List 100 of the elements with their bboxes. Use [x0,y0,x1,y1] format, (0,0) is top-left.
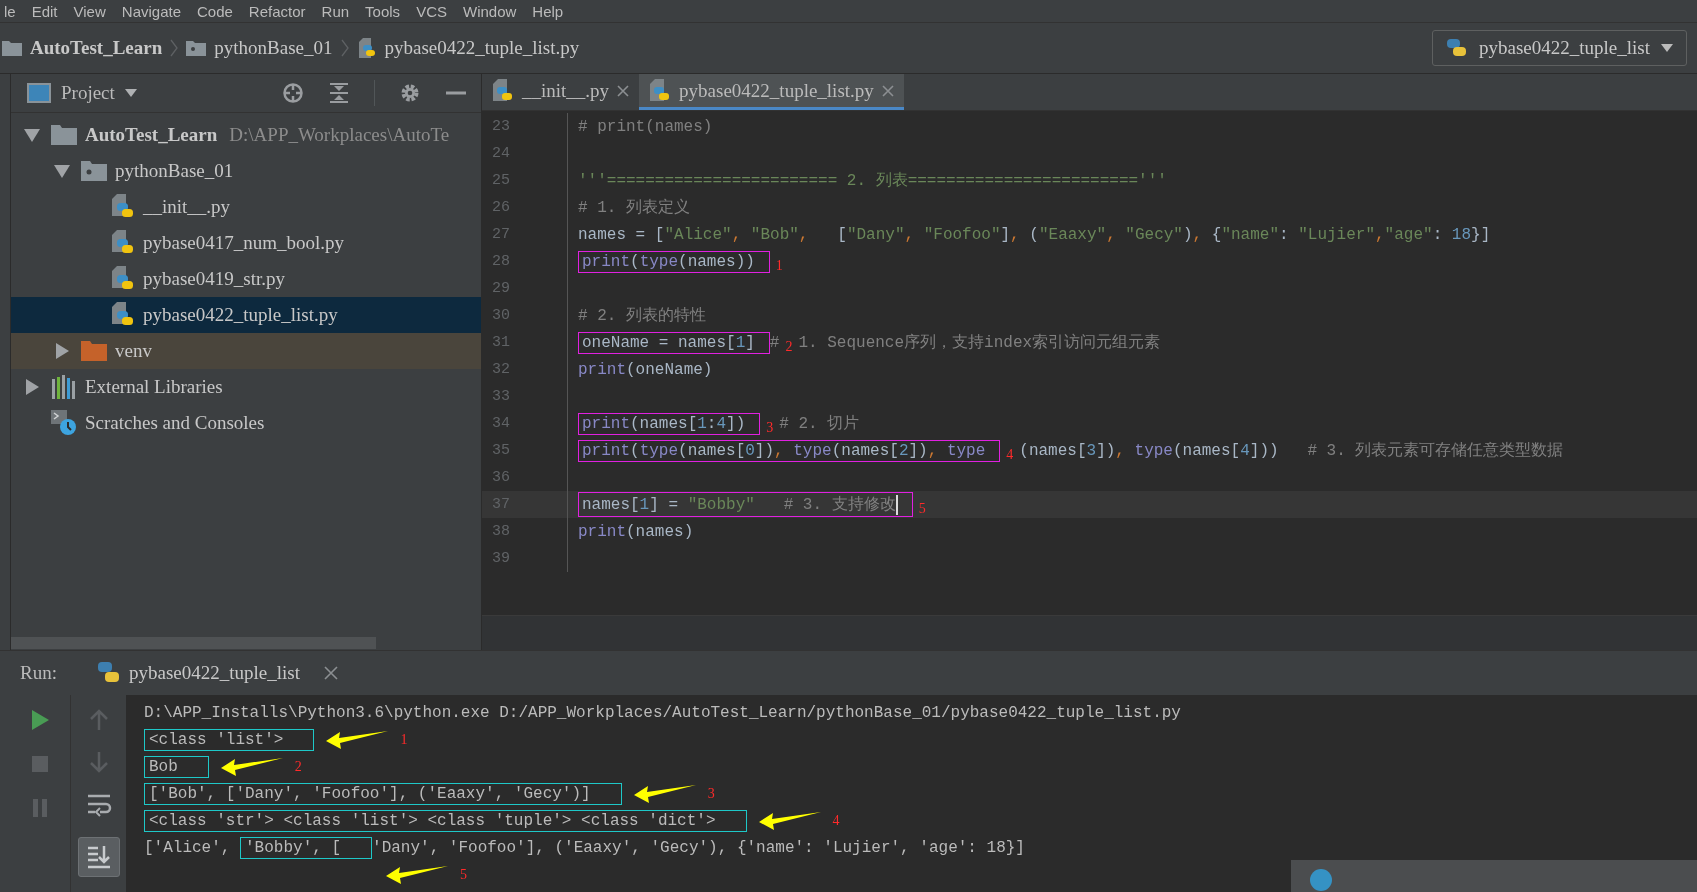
run-tab[interactable]: pybase0422_tuple_list [96,661,300,685]
soft-wrap-icon[interactable] [85,793,112,817]
highlight-box: <class 'list'> [144,728,315,751]
line-number: 27 [491,226,511,243]
tree-item[interactable]: pythonBase_01 [11,153,481,189]
tree-label: pybase0419_str.py [143,268,285,290]
expanded-arrow-icon[interactable] [23,126,41,144]
arrow-icon [633,782,696,805]
run-configuration-dropdown[interactable]: pybase0422_tuple_list [1432,30,1687,66]
menu-item[interactable]: le [4,2,16,20]
menu-item[interactable]: Run [321,2,350,20]
console-output: ['Alice', [144,838,232,857]
menu-item[interactable]: View [73,2,106,20]
close-icon[interactable] [323,666,338,680]
project-path: D:\APP_Workplaces\AutoTe [229,124,450,146]
line-number: 38 [491,523,511,540]
menu-item[interactable]: Code [197,2,233,20]
scroll-to-end-icon [85,844,112,870]
menu-item[interactable]: Refactor [248,2,306,20]
python-file-icon [492,78,514,103]
arrow-icon [386,863,448,886]
highlight-box: print(type(names)) [578,250,770,273]
scroll-to-end-button[interactable] [77,837,120,877]
code-text: print(names) [578,522,694,541]
library-bars-icon [51,375,77,399]
editor-tab[interactable]: pybase0422_tuple_list.py [639,74,904,110]
scrollbar[interactable] [11,637,376,649]
annotation-number: 4 [832,812,840,829]
tree-item[interactable]: venv [11,333,481,369]
python-icon [1445,37,1469,59]
text-cursor [895,494,898,515]
tree-item[interactable]: AutoTest_Learn D:\APP_Workplaces\AutoTe [11,117,481,153]
highlight-box: 'Bobby', [ [240,836,373,859]
tree-label: External Libraries [85,376,223,398]
folder-icon [2,40,22,56]
close-icon[interactable] [617,84,630,97]
tree-item[interactable]: Scratches and Consoles [11,405,481,441]
breadcrumb[interactable]: AutoTest_Learn [30,37,163,59]
python-file-icon [111,266,135,292]
highlight-box: names[1] = "Bobby" # 3. 支持修改 [578,492,913,517]
annotation-number: 3 [707,785,715,802]
tree-label: pythonBase_01 [115,160,234,182]
menu-item[interactable]: Tools [365,2,401,20]
settings-icon[interactable] [399,82,421,104]
line-number: 31 [491,334,511,351]
arrow-icon [758,809,821,832]
breadcrumb[interactable]: pythonBase_01 [214,37,333,59]
tree-label: AutoTest_Learn [85,124,218,146]
tree-label: __init__.py [143,196,231,218]
highlight-box: ['Bob', ['Dany', 'Foofoo'], ('Eaaxy', 'Gecy')] [144,782,622,805]
editor-tab[interactable]: __init__.py [482,74,640,110]
run-label: Run: [20,662,57,684]
expanded-arrow-icon[interactable] [53,162,71,180]
code-text: # print(names) [578,117,713,136]
line-number: 28 [491,253,511,270]
close-icon[interactable] [881,84,894,97]
notification-popup[interactable] [1291,860,1697,892]
folder-icon [186,40,207,56]
highlight-box: oneName = names[1] [578,331,770,354]
annotation-number: 1 [400,731,408,748]
tree-label: Scratches and Consoles [85,412,265,434]
collapsed-arrow-icon[interactable] [23,378,41,396]
arrow-icon [220,755,283,778]
code-text: print(oneName) [578,360,713,379]
collapse-all-icon[interactable] [328,82,350,104]
menu-item[interactable]: Edit [31,2,58,20]
folder-icon [81,340,107,362]
project-view-selector[interactable]: Project [61,82,115,104]
tree-label: pybase0422_tuple_list.py [143,304,338,326]
menu-item[interactable]: Navigate [121,2,181,20]
code-text: names = ["Alice", "Bob", ["Dany", "Foofoo"], ("Eaaxy", "Gecy"), {"name": "Lujier","age": 18}] [578,225,1491,244]
tree-item[interactable]: pybase0422_tuple_list.py [11,297,481,333]
python-file-icon [649,78,672,103]
code-text: (names[3]), type(names[4])) # 3. 列表元素可存储任意类型数据 [1019,440,1564,461]
annotation-number: 5 [460,866,467,883]
annotation-number: 5 [918,500,926,517]
tree-item[interactable]: pybase0417_num_bool.py [11,225,481,261]
console-output: 'Dany', 'Foofoo'], ('Eaaxy', 'Gecy'), {'name': 'Lujier', 'age': 18}] [372,838,1025,857]
code-text: # 2. 列表的特性 [578,306,706,326]
window-icon [27,83,51,103]
play-icon[interactable] [29,709,51,731]
tree-item[interactable]: External Libraries [11,369,481,405]
chevron-icon [340,38,349,58]
line-number: 25 [491,172,511,189]
line-number: 39 [491,550,511,567]
collapsed-arrow-icon[interactable] [53,342,71,360]
code-text: # [769,333,780,352]
tree-item[interactable]: __init__.py [11,189,481,225]
menu-item[interactable]: VCS [416,2,447,20]
breadcrumb[interactable]: pybase0422_tuple_list.py [384,37,580,59]
menu-item[interactable]: Window [462,2,517,20]
code-text: 1. Sequence序列，支持index索引访问元组元素 [798,332,1161,353]
tree-label: venv [115,340,152,362]
code-text: # 2. 切片 [779,414,860,434]
tree-item[interactable]: pybase0419_str.py [11,261,481,297]
line-number: 26 [491,199,511,216]
menu-item[interactable]: Help [532,2,564,20]
tree-label: pybase0417_num_bool.py [143,232,345,254]
crosshair-icon[interactable] [282,82,304,104]
caret-icon[interactable] [124,89,137,97]
